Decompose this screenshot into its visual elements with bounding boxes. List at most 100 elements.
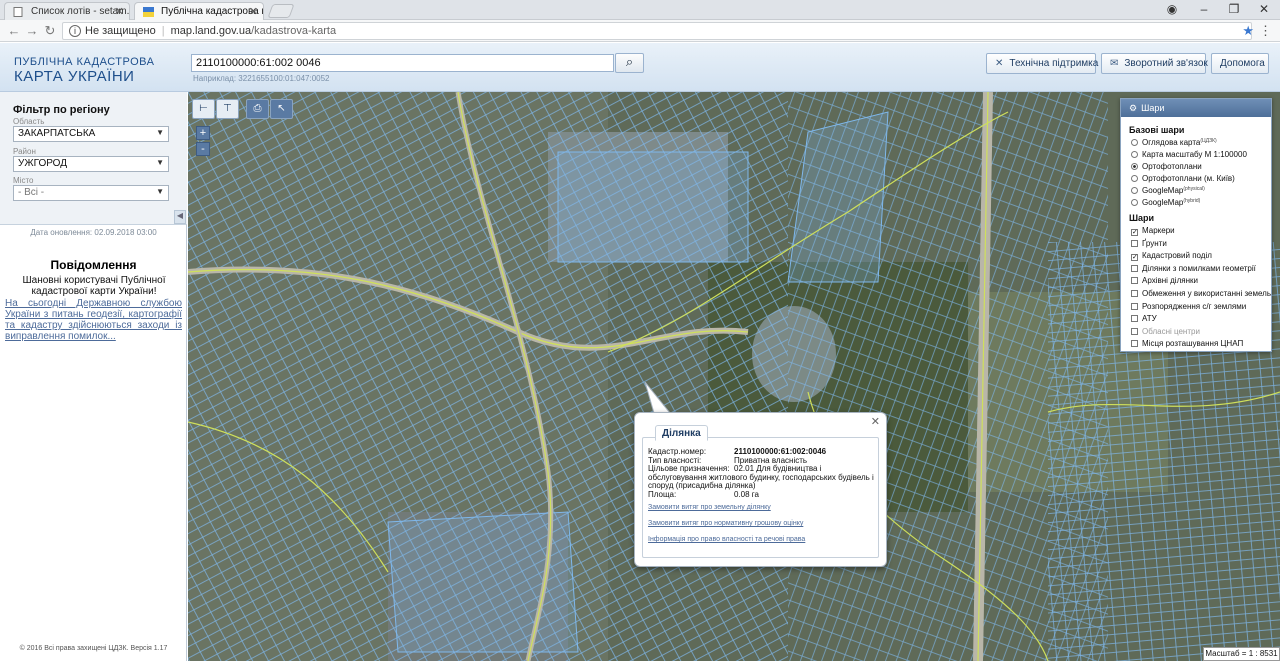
- brand-line2: КАРТА УКРАЇНИ: [14, 68, 135, 85]
- checkbox[interactable]: [1131, 327, 1138, 335]
- radio-button[interactable]: [1131, 163, 1138, 170]
- parcel-extract-link[interactable]: Замовити витяг про земельну ділянку: [648, 504, 771, 511]
- overlay-layer-item[interactable]: ✓ Кадастровий поділ: [1131, 251, 1212, 262]
- parcel-info-row: Кадастр.номер: 2110100000:61:002:0046: [648, 448, 826, 456]
- checkbox[interactable]: [1131, 239, 1138, 247]
- overlay-layer-item[interactable]: ✓ Маркери: [1131, 226, 1175, 236]
- overlay-layer-item[interactable]: Архівні ділянки: [1131, 276, 1198, 285]
- base-layer-label: Ортофотоплани (м. Київ): [1142, 174, 1235, 183]
- radio-button[interactable]: [1131, 187, 1138, 194]
- info-icon[interactable]: i: [69, 25, 81, 37]
- radio-button[interactable]: [1131, 139, 1138, 146]
- overlay-layer-item[interactable]: Ділянки з помилками геометрії: [1131, 264, 1256, 273]
- base-layer-item[interactable]: Оглядова карта(ЦДЗК): [1131, 138, 1217, 147]
- overlay-layer-item[interactable]: АТУ: [1131, 314, 1157, 323]
- district-label: Район: [13, 147, 36, 156]
- checkbox[interactable]: ✓: [1131, 229, 1138, 236]
- close-icon[interactable]: ✕: [249, 5, 258, 18]
- dropdown-arrow-icon: ▼: [156, 187, 164, 196]
- layers-panel: ⚙ Шари Базові шари Оглядова карта(ЦДЗК) Ка…: [1120, 98, 1272, 352]
- feedback-button[interactable]: ✉ Зворотний зв'язок: [1101, 53, 1208, 74]
- wrench-icon: ✕: [995, 58, 1004, 69]
- close-icon[interactable]: ✕: [115, 5, 124, 18]
- checkbox[interactable]: [1131, 264, 1138, 272]
- parcel-info-row: споруд (присадибна ділянка): [648, 482, 756, 490]
- cadastre-search-input[interactable]: [191, 54, 614, 72]
- collapse-sidebar-button[interactable]: ◀: [174, 210, 186, 224]
- parcel-extract-link[interactable]: Інформація про право власності та речові…: [648, 536, 805, 543]
- identify-button[interactable]: ↖: [270, 99, 293, 119]
- radio-button[interactable]: [1131, 199, 1138, 206]
- overlay-layer-item[interactable]: Обмеження у використанні земель: [1131, 289, 1271, 298]
- layers-header[interactable]: ⚙ Шари: [1121, 99, 1271, 117]
- print-button[interactable]: ⎙: [246, 99, 269, 119]
- base-layer-item[interactable]: Ортофотоплани: [1131, 162, 1202, 171]
- profile-icon[interactable]: ◉: [1160, 2, 1184, 16]
- browser-tab-setam[interactable]: Список лотів - setam.net ✕: [4, 2, 130, 20]
- orthophoto-map[interactable]: [188, 92, 1280, 661]
- copyright: © 2016 Всі права захищені ЦДЗК. Версія 1…: [19, 645, 168, 652]
- parcel-extract-link[interactable]: Замовити витяг про нормативну грошову оц…: [648, 520, 803, 527]
- ruler-icon: ⊢: [199, 103, 208, 114]
- overlay-layer-item[interactable]: Обласні центри: [1131, 327, 1200, 336]
- base-layer-item[interactable]: Карта масштабу М 1:100000: [1131, 150, 1247, 159]
- base-layer-item[interactable]: GoogleMap(hybrid): [1131, 198, 1200, 207]
- radio-button[interactable]: [1131, 151, 1138, 158]
- url-host: map.land.gov.ua: [170, 25, 252, 37]
- feedback-label: Зворотний зв'язок: [1124, 58, 1208, 69]
- popup-body: Кадастр.номер: 2110100000:61:002:0046 Тип …: [642, 437, 879, 558]
- map-canvas[interactable]: ⊢ ⊤ ⎙ ↖ + - ⚙ Шари Базові шари Оглядова к…: [188, 92, 1280, 661]
- checkbox[interactable]: ✓: [1131, 254, 1138, 262]
- overlay-layer-item[interactable]: Місця розташування ЦНАП: [1131, 339, 1243, 348]
- zoom-out-button[interactable]: -: [196, 142, 210, 156]
- tech-support-button[interactable]: ✕ Технічна підтримка: [986, 53, 1099, 74]
- tech-support-label: Технічна підтримка: [1009, 58, 1099, 69]
- parcel-info-key: Кадастр.номер:: [648, 447, 707, 456]
- base-layers-title: Базові шари: [1129, 125, 1185, 135]
- base-layer-label: GoogleMap: [1142, 198, 1184, 207]
- region-label: Область: [13, 117, 45, 126]
- city-select[interactable]: - Всі - ▼: [13, 185, 169, 201]
- url-input[interactable]: i Не защищено | map.land.gov.ua/kadastrova-…: [62, 22, 1252, 40]
- browser-tab-kadastr[interactable]: Публічна кадастрова карта ✕: [134, 2, 264, 20]
- overlay-layer-label: Ділянки з помилками геометрії: [1142, 263, 1256, 273]
- checkbox[interactable]: [1131, 277, 1138, 285]
- city-value: - Всі -: [18, 187, 45, 198]
- base-layer-label: Карта масштабу М 1:100000: [1142, 150, 1247, 159]
- notice-link[interactable]: На сьогодні Державною службою України з …: [5, 298, 182, 342]
- back-icon[interactable]: ←: [6, 23, 22, 38]
- district-select[interactable]: УЖГОРОД ▼: [13, 156, 169, 172]
- base-layer-item[interactable]: Ортофотоплани (м. Київ): [1131, 174, 1235, 183]
- parcel-popup: ✕ Кадастр.номер: 2110100000:61:002:0046 Ти…: [634, 412, 887, 567]
- new-tab-button[interactable]: [267, 4, 295, 18]
- overlay-layers-title: Шари: [1129, 213, 1155, 223]
- reload-icon[interactable]: ↻: [42, 23, 58, 39]
- restore-icon[interactable]: ❐: [1222, 2, 1246, 16]
- help-button[interactable]: Допомога: [1211, 53, 1269, 74]
- overlay-layer-label: Обласні центри: [1142, 326, 1200, 336]
- menu-icon[interactable]: ⋮: [1259, 23, 1272, 39]
- zoom-in-button[interactable]: +: [196, 126, 210, 140]
- minimize-icon[interactable]: –: [1192, 2, 1216, 16]
- brand-line1: ПУБЛІЧНА КАДАСТРОВА: [14, 56, 155, 68]
- measure-area-button[interactable]: ⊤: [216, 99, 239, 119]
- forward-icon[interactable]: →: [24, 23, 40, 38]
- sidebar: Фільтр по регіону Область ЗАКАРПАТСЬКА ▼ …: [0, 92, 187, 661]
- overlay-layer-label: Ґрунти: [1142, 238, 1167, 248]
- checkbox[interactable]: [1131, 340, 1138, 348]
- window-close-icon[interactable]: ✕: [1252, 2, 1276, 16]
- checkbox[interactable]: [1131, 290, 1138, 297]
- overlay-layer-item[interactable]: Розпорядження с/г землями: [1131, 302, 1246, 311]
- close-icon[interactable]: ✕: [871, 415, 880, 428]
- radio-button[interactable]: [1131, 175, 1138, 182]
- base-layer-item[interactable]: GoogleMap(physical): [1131, 186, 1205, 195]
- search-button[interactable]: ⌕: [615, 53, 644, 73]
- dropdown-arrow-icon: ▼: [156, 128, 164, 137]
- bookmark-star-icon[interactable]: ★: [1242, 23, 1254, 39]
- checkbox[interactable]: [1131, 315, 1138, 323]
- overlay-layer-item[interactable]: Ґрунти: [1131, 239, 1167, 248]
- tab-parcel[interactable]: Ділянка: [655, 425, 708, 441]
- region-select[interactable]: ЗАКАРПАТСЬКА ▼: [13, 126, 169, 142]
- checkbox[interactable]: [1131, 302, 1138, 310]
- measure-distance-button[interactable]: ⊢: [192, 99, 215, 119]
